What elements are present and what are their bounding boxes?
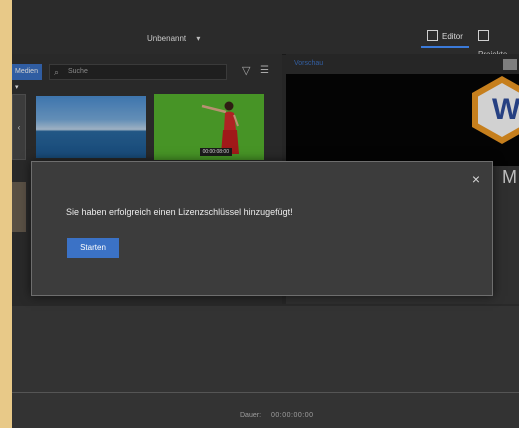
close-icon[interactable]: × [472,172,480,186]
timeline-panel: Dauer: 00:00:00:00 [12,304,519,428]
projects-icon [478,30,489,41]
tab-editor-label: Editor [442,32,463,41]
timeline-duration: Dauer: 00:00:00:00 [240,412,314,419]
timeline-divider [12,392,519,393]
start-button[interactable]: Starten [67,238,119,258]
tab-editor[interactable]: Editor [421,28,469,48]
dropdown-chevron-icon: ▾ [196,34,201,43]
app-window: Unbenannt ▾ Editor Projekte Medien ▾ ⌕ S… [12,0,519,428]
duration-value: 00:00:00:00 [271,412,314,419]
duration-label: Dauer: [240,412,262,419]
tab-projects[interactable]: Projekte [472,28,519,59]
project-selector[interactable]: Unbenannt ▾ [147,34,200,43]
project-name: Unbenannt [147,34,187,43]
license-success-dialog: × Sie haben erfolgreich einen Lizenzschl… [31,161,493,296]
dialog-message: Sie haben erfolgreich einen Lizenzschlüs… [66,207,293,217]
top-bar: Unbenannt ▾ Editor Projekte [12,0,519,59]
editor-icon [427,30,438,41]
